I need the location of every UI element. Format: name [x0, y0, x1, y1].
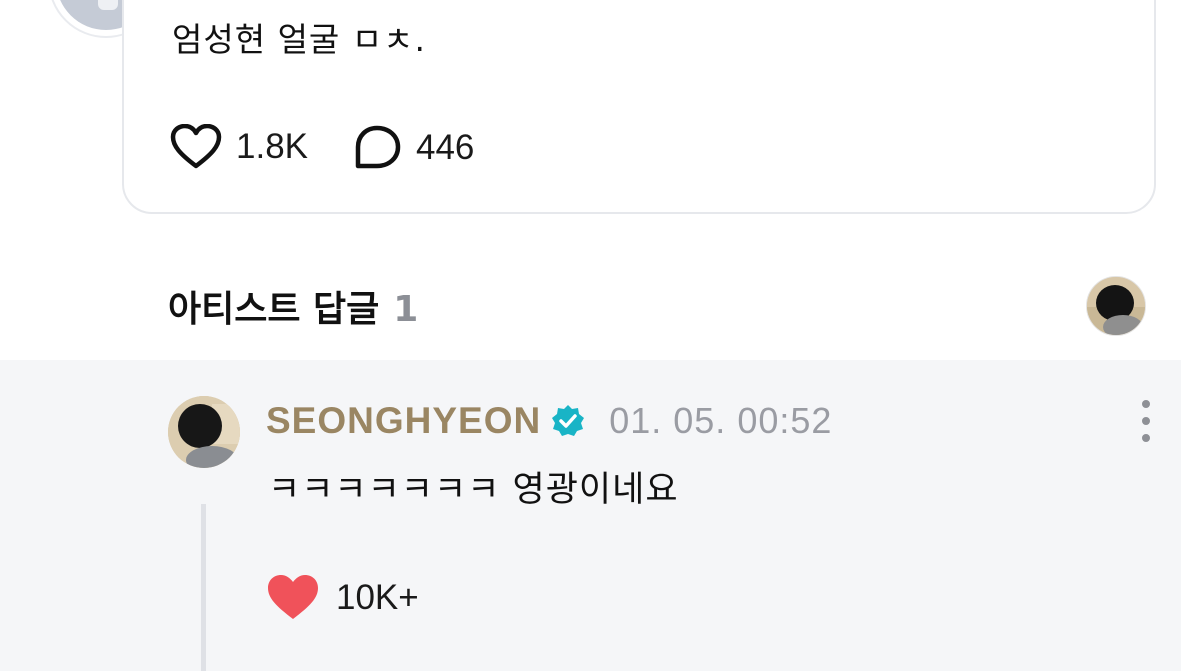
- section-title: 아티스트 답글: [168, 289, 380, 330]
- verified-badge-icon: [551, 404, 585, 438]
- heart-outline-icon: [170, 124, 222, 169]
- artist-replies-header: 아티스트 답글 1: [168, 280, 418, 332]
- like-count: 1.8K: [236, 127, 308, 166]
- speech-bubble-icon: [355, 125, 401, 169]
- thread-line: [201, 504, 206, 671]
- artist-avatar-small[interactable]: [1086, 276, 1146, 336]
- profile-photo-icon: [168, 396, 240, 468]
- more-options-button[interactable]: [1134, 400, 1158, 442]
- post-card: 엄성현 얼굴 ㅁㅊ. 1.8K 446: [122, 0, 1156, 214]
- like-button[interactable]: 1.8K: [170, 124, 308, 170]
- reply-like-count: 10K+: [336, 578, 419, 617]
- artist-reply-panel: SEONGHYEON 01. 05. 00:52 ㅋㅋㅋㅋㅋㅋㅋ 영광이네요 1…: [0, 360, 1181, 671]
- app-screen: 엄성현 얼굴 ㅁㅊ. 1.8K 446 아티스트 답글 1 SEONGHYEON…: [0, 0, 1181, 671]
- reply-like-button[interactable]: 10K+: [266, 574, 419, 622]
- reply-text: ㅋㅋㅋㅋㅋㅋㅋ 영광이네요: [268, 470, 679, 510]
- post-text: 엄성현 얼굴 ㅁㅊ.: [172, 20, 426, 59]
- reply-author-avatar[interactable]: [168, 396, 240, 468]
- reply-count: 1: [393, 289, 419, 330]
- heart-filled-icon: [268, 575, 318, 619]
- reply-header: SEONGHYEON 01. 05. 00:52: [266, 400, 832, 442]
- more-vertical-icon: [1142, 400, 1150, 408]
- profile-photo-icon: [1087, 277, 1145, 335]
- reply-timestamp: 01. 05. 00:52: [609, 400, 833, 441]
- comment-button[interactable]: 446: [352, 124, 474, 172]
- comment-count: 446: [416, 128, 475, 167]
- artist-name[interactable]: SEONGHYEON: [266, 400, 541, 442]
